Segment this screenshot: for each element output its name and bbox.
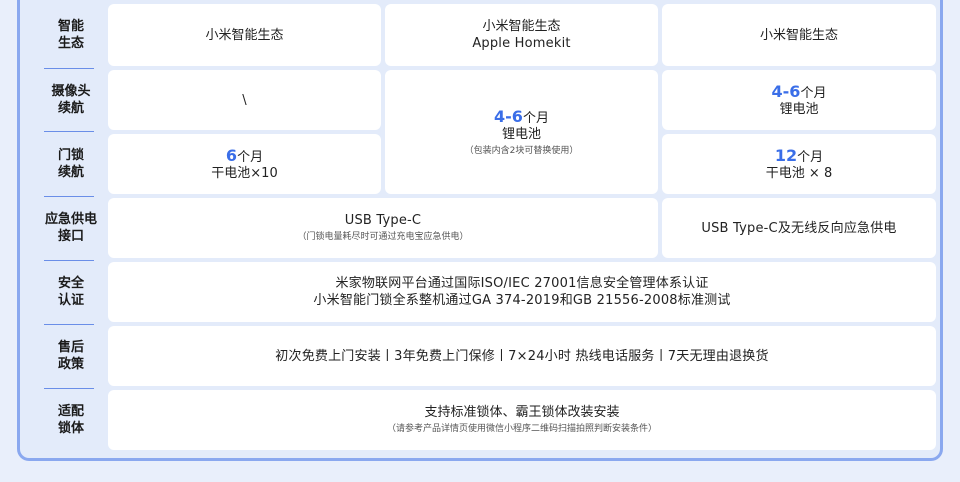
cell-emergency-col12: USB Type-C （门锁电量耗尽时可通过充电宝应急供电）	[108, 198, 658, 258]
cell-camera-col3: 4-6个月 锂电池	[662, 70, 936, 130]
cell-security: 米家物联网平台通过国际ISO/IEC 27001信息安全管理体系认证 小米智能门…	[108, 262, 936, 322]
row-divider	[44, 196, 94, 197]
battery-life-unit: 个月	[797, 150, 824, 165]
cell-text: 初次免费上门安装丨3年免费上门保修丨7×24小时 热线电话服务丨7天无理由退换货	[275, 348, 769, 364]
row-label-line: 续航	[57, 101, 84, 116]
cell-text: Apple Homekit	[472, 36, 571, 51]
battery-life-value: 4-6	[494, 106, 523, 126]
cell-lockbody: 支持标准锁体、霸王锁体改装安装 （请参考产品详情页使用微信小程序二维码扫描拍照判…	[108, 390, 936, 450]
row-label-line: 摄像头	[51, 84, 91, 99]
cell-battery-shared-col2: 4-6个月 锂电池 （包装内含2块可替换使用）	[385, 70, 658, 194]
cell-text: USB Type-C及无线反向应急供电	[701, 220, 897, 236]
row-label-line: 适配	[57, 404, 84, 419]
cell-text: USB Type-C	[344, 213, 422, 228]
battery-life-unit: 个月	[522, 110, 549, 126]
cell-text: 小米智能门锁全系整机通过GA 374-2019和GB 21556-2008标准测…	[313, 293, 731, 308]
row-label-line: 智能	[57, 19, 84, 34]
row-divider	[44, 324, 94, 325]
battery-type: 锂电池	[501, 126, 541, 142]
row-label-line: 认证	[57, 293, 84, 308]
cell-text: 小米智能生态	[759, 27, 838, 43]
cell-ecosystem-col1: 小米智能生态	[108, 4, 381, 66]
row-label-line: 生态	[57, 36, 84, 51]
battery-note: （包装内含2块可替换使用）	[464, 145, 579, 156]
cell-note: （请参考产品详情页使用微信小程序二维码扫描拍照判断安装条件）	[386, 424, 657, 434]
cell-lock-col1: 6个月 干电池×10	[108, 134, 381, 194]
battery-life-value: 6	[225, 146, 238, 165]
row-label-line: 接口	[57, 229, 84, 244]
battery-type: 干电池×10	[211, 166, 278, 181]
cell-ecosystem-col2: 小米智能生态 Apple Homekit	[385, 4, 658, 66]
row-divider	[44, 68, 94, 69]
battery-type: 锂电池	[779, 102, 819, 117]
cell-lock-col3: 12个月 干电池 × 8	[662, 134, 936, 194]
cell-ecosystem-col3: 小米智能生态	[662, 4, 936, 66]
row-divider	[44, 388, 94, 389]
battery-life-unit: 个月	[800, 86, 827, 101]
cell-text: 小米智能生态	[482, 19, 561, 34]
row-label-line: 锁体	[57, 421, 84, 436]
cell-text: 小米智能生态	[205, 27, 284, 43]
cell-aftersales: 初次免费上门安装丨3年免费上门保修丨7×24小时 热线电话服务丨7天无理由退换货	[108, 326, 936, 386]
row-label-line: 门锁	[57, 148, 84, 163]
row-label-line: 售后	[57, 340, 84, 355]
cell-emergency-col3: USB Type-C及无线反向应急供电	[662, 198, 936, 258]
row-divider	[44, 260, 94, 261]
cell-camera-col1: \	[108, 70, 381, 130]
cell-note: （门锁电量耗尽时可通过充电宝应急供电）	[297, 232, 469, 242]
battery-life-unit: 个月	[237, 150, 264, 165]
battery-life-value: 12	[774, 146, 798, 165]
cell-text: 支持标准锁体、霸王锁体改装安装	[424, 405, 620, 420]
battery-type: 干电池 × 8	[765, 166, 833, 181]
battery-life-value: 4-6	[771, 82, 801, 101]
row-label-line: 安全	[57, 276, 84, 291]
cell-text: \	[242, 92, 247, 108]
cell-text: 米家物联网平台通过国际ISO/IEC 27001信息安全管理体系认证	[335, 276, 709, 291]
row-label-line: 政策	[57, 357, 84, 372]
row-label-line: 续航	[57, 165, 84, 180]
row-divider	[44, 131, 94, 132]
row-label-line: 应急供电	[44, 212, 97, 227]
